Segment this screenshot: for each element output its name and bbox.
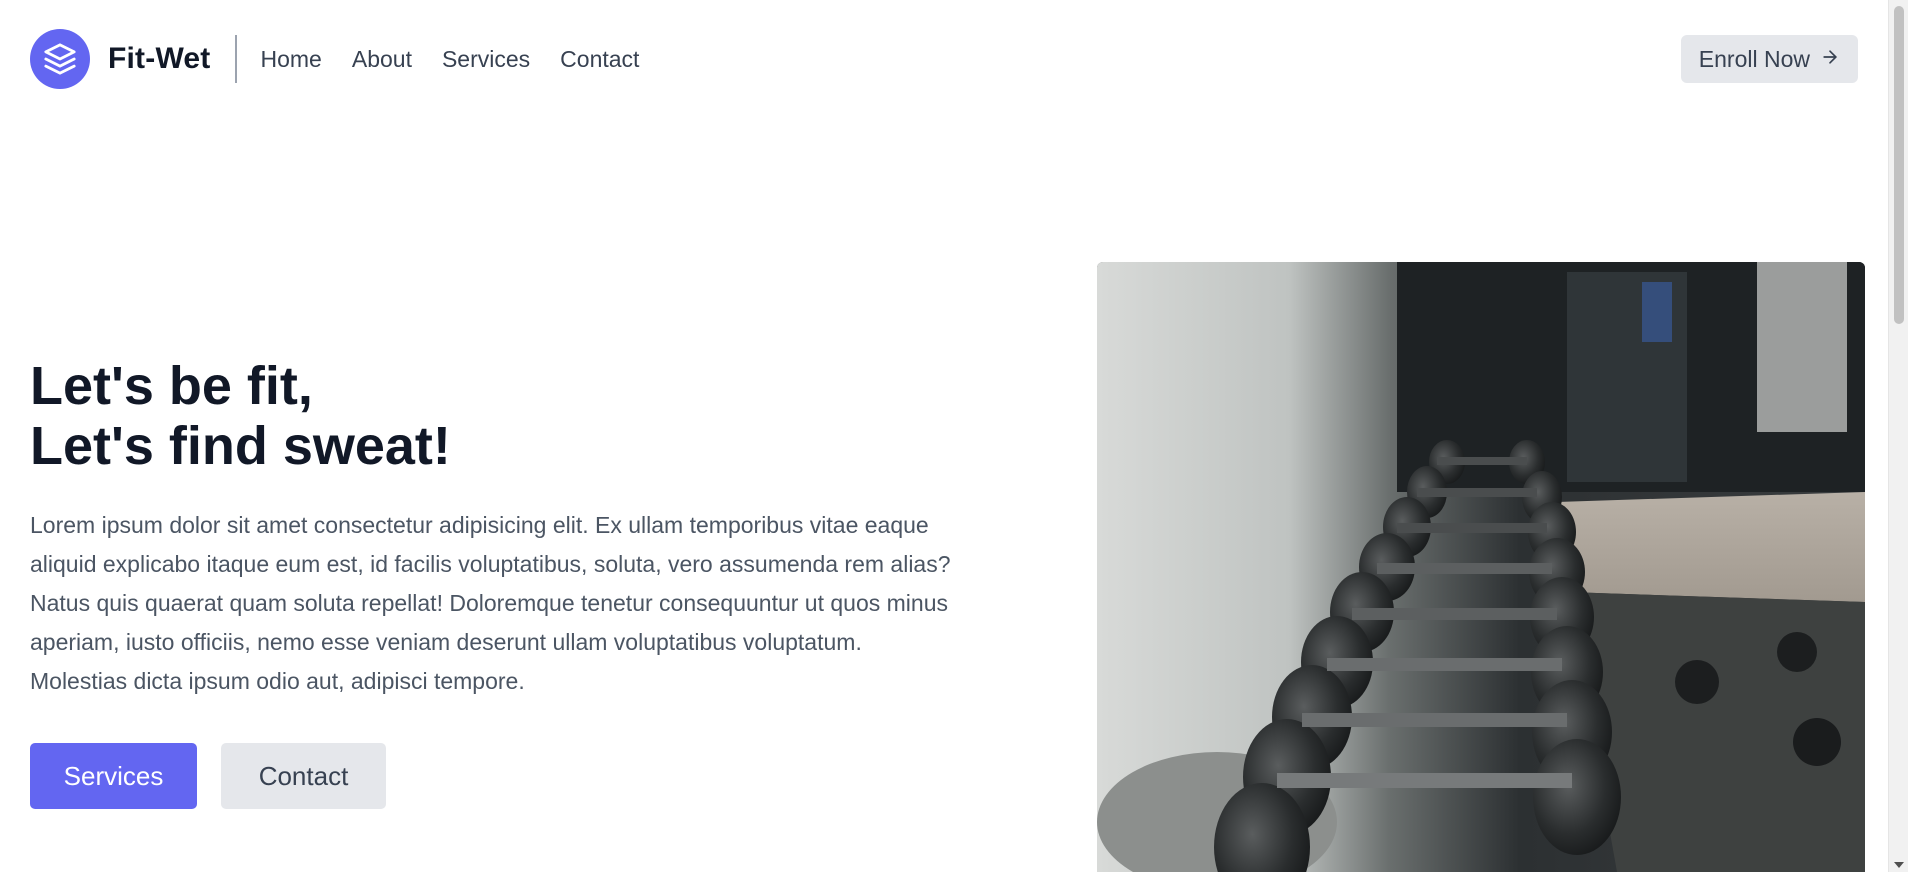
hero-text: Let's be fit, Let's find sweat! Lorem ip…	[30, 356, 960, 701]
hero-image	[1097, 262, 1865, 872]
enroll-now-button[interactable]: Enroll Now	[1680, 35, 1858, 83]
page-scrollbar[interactable]	[1888, 0, 1908, 872]
contact-button[interactable]: Contact	[221, 743, 386, 809]
site-header: Fit-Wet Home About Services Contact Enro…	[0, 0, 1888, 118]
dumbbell-rack-photo	[1097, 262, 1865, 872]
arrow-right-icon	[1820, 46, 1840, 73]
brand-name: Fit-Wet	[108, 42, 211, 75]
nav-about[interactable]: About	[352, 46, 412, 73]
main-nav: Home About Services Contact	[261, 46, 640, 73]
brand-link[interactable]: Fit-Wet	[30, 29, 211, 89]
scrollbar-thumb[interactable]	[1894, 6, 1904, 324]
header-divider	[234, 35, 237, 83]
nav-home[interactable]: Home	[261, 46, 322, 73]
hero-title-line1: Let's be fit,	[30, 356, 313, 416]
nav-services[interactable]: Services	[442, 46, 530, 73]
hero-title-line2: Let's find sweat!	[30, 416, 451, 476]
services-button[interactable]: Services	[30, 743, 197, 809]
hero-title: Let's be fit, Let's find sweat!	[30, 356, 960, 476]
enroll-now-label: Enroll Now	[1698, 45, 1810, 72]
hero-description: Lorem ipsum dolor sit amet consectetur a…	[30, 512, 951, 694]
scroll-down-arrow-icon[interactable]	[1894, 862, 1904, 868]
nav-contact[interactable]: Contact	[560, 46, 639, 73]
stacked-layers-icon	[30, 29, 90, 89]
hero-cta-row: Services Contact	[30, 743, 386, 809]
